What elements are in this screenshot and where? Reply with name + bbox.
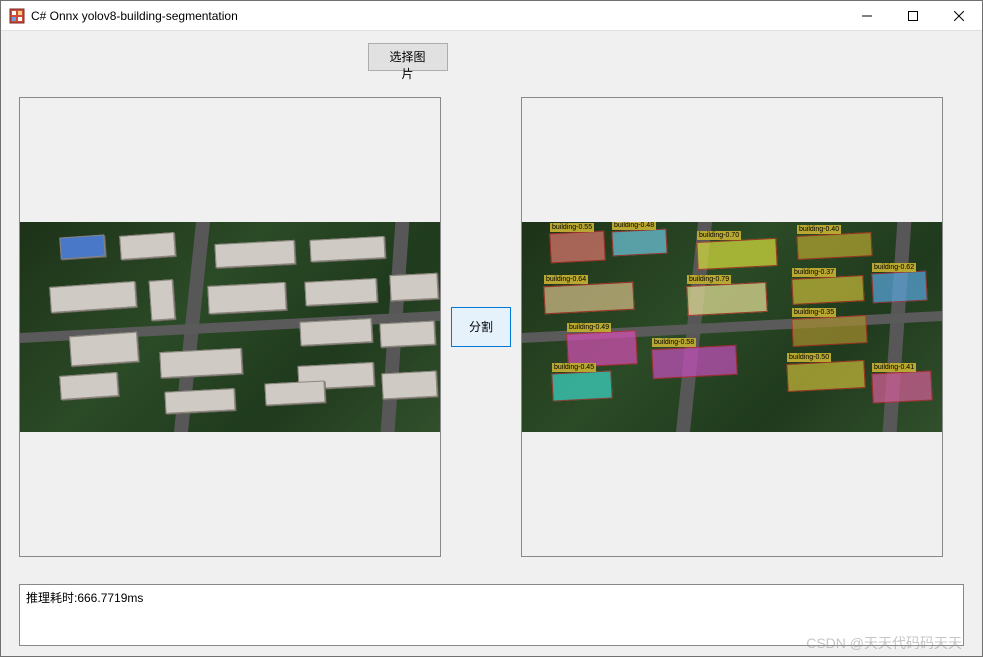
detection-box	[791, 315, 867, 347]
detection-label: building-0.48	[612, 222, 656, 230]
select-image-button[interactable]: 选择图片	[368, 43, 448, 71]
detection-label: building-0.40	[797, 225, 841, 234]
result-image: building-0.70 building-0.64 building-0.79 b…	[522, 222, 942, 432]
detection-box	[651, 344, 737, 378]
detection-label: building-0.45	[552, 363, 596, 372]
detection-label: building-0.55	[550, 223, 594, 232]
app-icon	[9, 8, 25, 24]
detection-box	[686, 281, 767, 315]
client-area: 选择图片	[1, 31, 982, 656]
output-textbox[interactable]: 推理耗时:666.7719ms	[19, 584, 964, 646]
app-window: C# Onnx yolov8-building-segmentation 选择图…	[0, 0, 983, 657]
detection-box	[871, 270, 927, 303]
detection-box	[611, 228, 667, 256]
window-controls	[844, 1, 982, 30]
detection-label: building-0.35	[792, 308, 836, 317]
detection-box	[549, 230, 605, 263]
titlebar: C# Onnx yolov8-building-segmentation	[1, 1, 982, 31]
inference-time-text: 推理耗时:666.7719ms	[26, 591, 143, 605]
window-title: C# Onnx yolov8-building-segmentation	[31, 9, 844, 23]
detection-label: building-0.49	[567, 323, 611, 332]
result-image-panel: building-0.70 building-0.64 building-0.79 b…	[521, 97, 943, 557]
segment-button[interactable]: 分割	[451, 307, 511, 347]
detection-box	[791, 275, 864, 305]
source-image-panel	[19, 97, 441, 557]
image-row: 分割 building-0.70building-0.64building-0.…	[19, 81, 964, 572]
close-button[interactable]	[936, 1, 982, 30]
detection-label: building-0.70	[697, 231, 741, 240]
detection-box	[871, 370, 932, 403]
detection-label: building-0.79	[687, 275, 731, 284]
detection-box	[796, 232, 872, 260]
maximize-button[interactable]	[890, 1, 936, 30]
detection-label: building-0.37	[792, 268, 836, 277]
source-image	[20, 222, 440, 432]
detection-label: building-0.50	[787, 353, 831, 362]
detection-label: building-0.58	[652, 338, 696, 347]
minimize-button[interactable]	[844, 1, 890, 30]
detection-label: building-0.64	[544, 275, 588, 284]
detection-box	[551, 370, 612, 401]
detection-label: building-0.62	[872, 263, 916, 272]
detection-box	[696, 237, 777, 269]
detection-label: building-0.41	[872, 363, 916, 372]
top-toolbar: 选择图片	[19, 43, 964, 71]
detection-box	[786, 359, 865, 391]
detection-box	[543, 281, 634, 314]
